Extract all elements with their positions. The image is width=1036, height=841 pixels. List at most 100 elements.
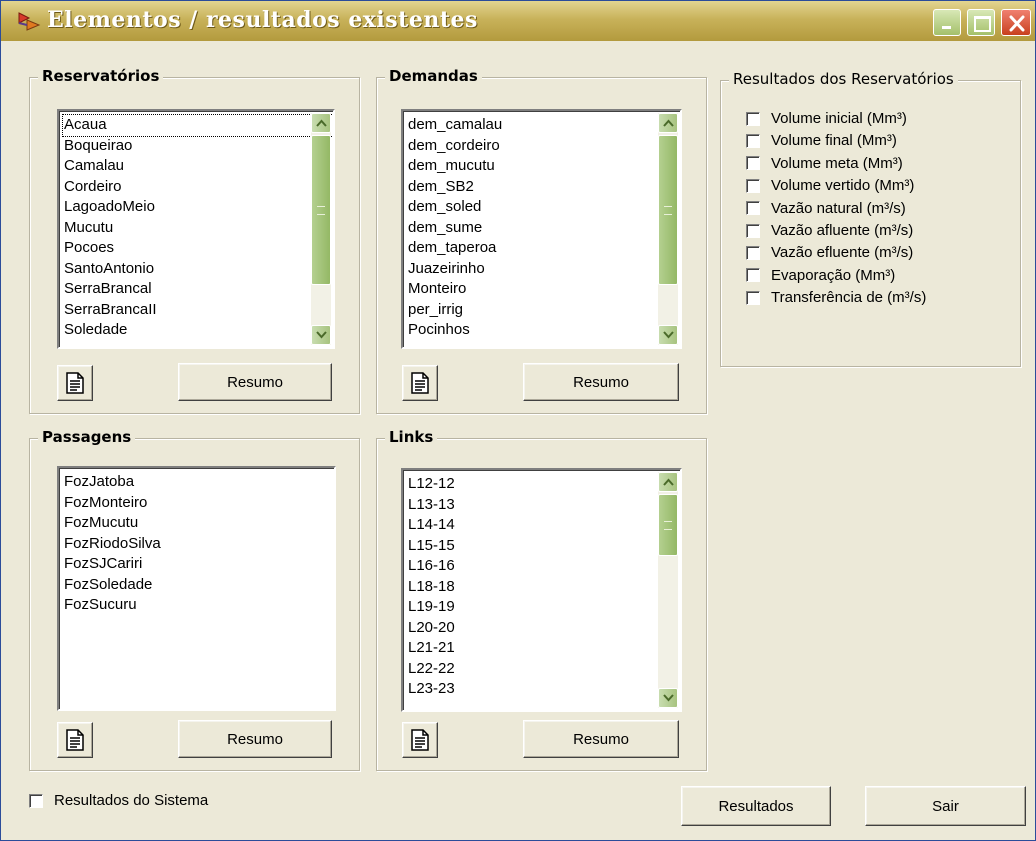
maximize-icon[interactable] xyxy=(967,9,995,36)
list-item[interactable]: FozMonteiro xyxy=(63,493,334,514)
list-item[interactable]: L23-23 xyxy=(407,679,680,700)
passagens-label: Passagens xyxy=(38,428,136,446)
list-item[interactable]: Pocinhos xyxy=(407,320,680,341)
reservatorios-resumo-button[interactable]: Resumo xyxy=(178,363,332,401)
demandas-report-button[interactable] xyxy=(402,365,438,401)
sair-button[interactable]: Sair xyxy=(865,786,1026,826)
list-item[interactable]: FozSoledade xyxy=(63,575,334,596)
result-option-label: Vazão efluente (m³/s) xyxy=(771,244,914,262)
resultados-reservatorios-label: Resultados dos Reservatórios xyxy=(729,70,958,88)
checkbox-box[interactable] xyxy=(746,245,760,260)
list-item[interactable]: Mucutu xyxy=(63,218,333,239)
list-item[interactable]: Pocoes xyxy=(63,238,333,259)
result-option-checkbox[interactable]: Vazão efluente (m³/s) xyxy=(746,244,913,261)
resultados-sistema-checkbox[interactable]: Resultados do Sistema xyxy=(29,792,208,809)
scroll-up-icon[interactable] xyxy=(658,113,678,133)
scroll-down-icon[interactable] xyxy=(658,325,678,345)
result-option-checkbox[interactable]: Vazão afluente (m³/s) xyxy=(746,222,913,239)
list-item[interactable]: FozSJCariri xyxy=(63,554,334,575)
result-option-checkbox[interactable]: Evaporação (Mm³) xyxy=(746,267,895,284)
checkbox-box[interactable] xyxy=(746,156,760,171)
list-item[interactable]: FozSucuru xyxy=(63,595,334,616)
result-option-checkbox[interactable]: Volume vertido (Mm³) xyxy=(746,177,914,194)
list-item[interactable]: FozRiodoSilva xyxy=(63,534,334,555)
scroll-down-icon[interactable] xyxy=(658,688,678,708)
list-item[interactable]: SerraBrancaII xyxy=(63,300,333,321)
list-item[interactable]: L16-16 xyxy=(407,556,680,577)
result-option-label: Transferência de (m³/s) xyxy=(771,289,927,307)
minimize-icon[interactable] xyxy=(933,9,961,36)
list-item[interactable]: L12-12 xyxy=(407,474,680,495)
demandas-scrollbar[interactable] xyxy=(658,113,678,345)
passagens-report-button[interactable] xyxy=(57,722,93,758)
scroll-thumb[interactable] xyxy=(658,494,678,556)
links-group: Links L12-12 L13-13 L14-14 L15-15 L16-16 L18-… xyxy=(376,428,707,771)
demandas-list[interactable]: dem_camalau dem_cordeiro dem_mucutu dem_SB2… xyxy=(401,109,682,349)
reservatorios-scrollbar[interactable] xyxy=(311,113,331,345)
checkbox-box[interactable] xyxy=(746,201,760,216)
list-item[interactable]: dem_sume xyxy=(407,218,680,239)
scroll-thumb[interactable] xyxy=(311,135,331,285)
checkbox-box[interactable] xyxy=(746,111,760,126)
list-item[interactable]: dem_taperoa xyxy=(407,238,680,259)
checkbox-box[interactable] xyxy=(746,223,760,238)
list-item[interactable]: L20-20 xyxy=(407,618,680,639)
scroll-down-icon[interactable] xyxy=(311,325,331,345)
list-item[interactable]: Cordeiro xyxy=(63,177,333,198)
list-item[interactable]: dem_cordeiro xyxy=(407,136,680,157)
list-item[interactable]: Juazeirinho xyxy=(407,259,680,280)
resultados-button[interactable]: Resultados xyxy=(681,786,831,826)
document-icon xyxy=(66,372,84,394)
checkbox-box[interactable] xyxy=(746,290,760,305)
list-item[interactable]: dem_soled xyxy=(407,197,680,218)
list-item[interactable]: FozMucutu xyxy=(63,513,334,534)
list-item[interactable]: L13-13 xyxy=(407,495,680,516)
passagens-resumo-button[interactable]: Resumo xyxy=(178,720,332,758)
list-item[interactable]: FozJatoba xyxy=(63,472,334,493)
checkbox-box[interactable] xyxy=(29,793,43,808)
reservatorios-list[interactable]: Acaua Boqueirao Camalau Cordeiro LagoadoMeio… xyxy=(57,109,335,349)
checkbox-box[interactable] xyxy=(746,178,760,193)
list-item[interactable]: Monteiro xyxy=(407,279,680,300)
demandas-resumo-button[interactable]: Resumo xyxy=(523,363,679,401)
list-item[interactable]: dem_camalau xyxy=(407,115,680,136)
result-option-checkbox[interactable]: Volume inicial (Mm³) xyxy=(746,110,907,127)
passagens-list[interactable]: FozJatoba FozMonteiro FozMucutu FozRiodoSil… xyxy=(57,466,336,711)
list-item[interactable]: L19-19 xyxy=(407,597,680,618)
result-option-label: Volume final (Mm³) xyxy=(771,132,897,150)
list-item[interactable]: Camalau xyxy=(63,156,333,177)
list-item[interactable]: L14-14 xyxy=(407,515,680,536)
list-item[interactable]: dem_SB2 xyxy=(407,177,680,198)
title-bar[interactable]: Elementos / resultados existentes xyxy=(1,1,1035,41)
result-option-checkbox[interactable]: Volume final (Mm³) xyxy=(746,132,897,149)
scroll-up-icon[interactable] xyxy=(658,472,678,492)
checkbox-box[interactable] xyxy=(746,133,760,148)
result-option-checkbox[interactable]: Vazão natural (m³/s) xyxy=(746,200,906,217)
result-option-checkbox[interactable]: Transferência de (m³/s) xyxy=(746,289,926,306)
list-item[interactable]: LagoadoMeio xyxy=(63,197,333,218)
result-option-label: Volume inicial (Mm³) xyxy=(771,110,907,127)
list-item[interactable]: Soledade xyxy=(63,320,333,341)
list-item[interactable]: L21-21 xyxy=(407,638,680,659)
checkbox-box[interactable] xyxy=(746,268,760,283)
list-item[interactable]: L22-22 xyxy=(407,659,680,680)
list-item[interactable]: SantoAntonio xyxy=(63,259,333,280)
links-report-button[interactable] xyxy=(402,722,438,758)
list-item[interactable]: L18-18 xyxy=(407,577,680,598)
scroll-up-icon[interactable] xyxy=(311,113,331,133)
document-icon xyxy=(66,729,84,751)
list-item[interactable]: per_irrig xyxy=(407,300,680,321)
result-option-checkbox[interactable]: Volume meta (Mm³) xyxy=(746,155,903,172)
links-resumo-button[interactable]: Resumo xyxy=(523,720,679,758)
scroll-thumb[interactable] xyxy=(658,135,678,285)
list-item[interactable]: Boqueirao xyxy=(63,136,333,157)
reservatorios-report-button[interactable] xyxy=(57,365,93,401)
close-icon[interactable] xyxy=(1001,9,1031,36)
list-item[interactable]: SerraBrancal xyxy=(63,279,333,300)
links-list[interactable]: L12-12 L13-13 L14-14 L15-15 L16-16 L18-18 L19-… xyxy=(401,468,682,712)
links-scrollbar[interactable] xyxy=(658,472,678,708)
resultados-sistema-label: Resultados do Sistema xyxy=(54,792,209,809)
list-item[interactable]: dem_mucutu xyxy=(407,156,680,177)
list-item[interactable]: L15-15 xyxy=(407,536,680,557)
list-item[interactable]: Acaua xyxy=(62,114,333,137)
